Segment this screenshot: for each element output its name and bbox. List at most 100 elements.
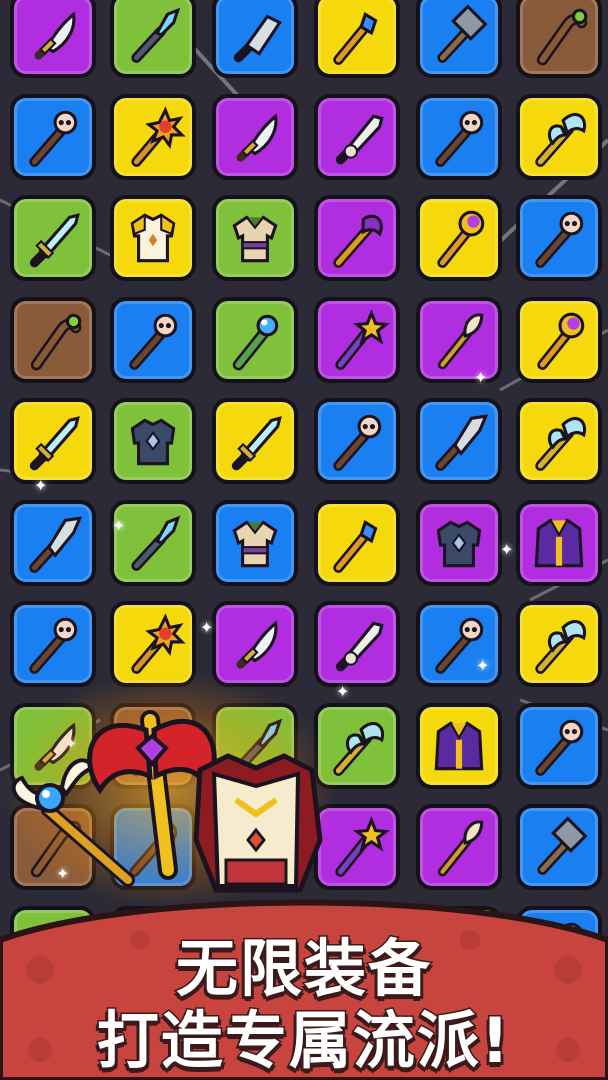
equipment-tile[interactable] [10,296,96,383]
equipment-tile[interactable] [516,93,602,180]
equipment-tile[interactable] [10,93,96,180]
equipment-tile[interactable] [416,804,502,890]
chest-armor-icon [130,418,176,466]
skull-staff-icon [333,414,382,471]
feather-wand-icon [437,820,484,877]
sparkle-icon: ✦ [112,516,126,535]
equipment-tile[interactable] [10,0,96,78]
tunic-icon [232,519,278,567]
equipment-tile[interactable] [110,0,196,78]
equipment-tile[interactable] [10,195,96,281]
skull-staff-icon [435,110,484,167]
equipment-tile[interactable] [212,0,298,78]
battle-axe-icon [535,619,587,674]
equipment-tile[interactable] [416,195,502,281]
equipment-tile[interactable] [10,601,96,687]
spear-head-icon [29,515,83,573]
ice-sword-icon [29,213,80,268]
equipment-tile[interactable] [212,398,298,484]
skull-staff-icon [129,313,178,370]
ice-sword-icon [29,416,80,471]
equipment-tile[interactable] [416,296,502,383]
equipment-tile[interactable] [416,0,502,78]
chest-armor-icon [436,520,482,567]
equipment-tile[interactable] [212,499,298,586]
banner-title-line-2: 打造专属流派! [95,1003,512,1079]
skull-staff-icon [29,110,78,167]
curved-dagger-icon [236,112,278,162]
equipment-tile[interactable] [314,93,400,180]
wooden-staff-icon [30,313,82,370]
equipment-tile[interactable] [110,398,196,484]
sparkle-icon: ✦ [34,476,48,495]
equipment-tile[interactable] [314,296,400,383]
equipment-tile[interactable] [10,499,96,586]
skull-staff-icon [535,719,584,776]
equipment-tile[interactable] [516,195,602,281]
equipment-tile[interactable] [516,398,602,484]
royal-armor-icon [193,753,323,893]
red-great-axe-icon [87,710,217,880]
equipment-tile[interactable] [314,0,400,78]
tunic-icon [232,215,278,263]
sapphire-staff-icon [333,519,378,573]
crystal-wand-icon [131,515,181,571]
spear-head-icon [435,414,489,471]
equipment-tile[interactable] [516,296,602,383]
sparkle-icon: ✦ [200,618,214,637]
equipment-tile[interactable] [10,398,96,484]
equipment-tile[interactable] [516,702,602,789]
game-screen: ✦ ✦ ✦ ✦ ✦ ✦ ✦ ✦ ✦ [0,0,608,1080]
sapphire-staff-icon [333,12,378,65]
feather-wand-icon [437,312,484,369]
equipment-tile[interactable] [314,398,400,484]
curved-dagger-icon [236,620,278,669]
sparkle-icon: ✦ [474,368,488,387]
equipment-tile[interactable] [212,296,298,383]
equipment-tile[interactable] [110,296,196,383]
sparkle-icon: ✦ [476,656,490,675]
axe-staff-icon [333,214,383,268]
gold-armor-icon [130,213,176,263]
equipment-tile[interactable] [516,0,602,78]
moon-staff-icon [537,312,585,370]
featured-equipment [11,710,323,893]
equipment-tile[interactable] [416,499,502,586]
bone-sword-icon [335,114,384,164]
war-hammer-icon [437,4,488,63]
equipment-tile[interactable] [212,601,298,687]
sun-scepter-icon [131,613,186,674]
equipment-tile[interactable] [314,195,400,281]
equipment-tile[interactable] [314,601,400,687]
equipment-tile[interactable] [416,93,502,180]
robe-icon [534,517,584,567]
equipment-tile[interactable] [110,195,196,281]
skull-staff-icon [535,211,584,268]
moon-staff-icon [437,210,485,268]
robe-icon [434,720,484,770]
bone-sword-icon [335,621,384,672]
curved-dagger-icon [34,11,76,60]
sparkle-icon: ✦ [500,540,514,559]
crystal-wand-icon [131,7,181,63]
equipment-tile[interactable] [416,702,502,789]
equipment-tile[interactable] [516,804,602,890]
equipment-tile[interactable] [212,195,298,281]
star-wand-icon [335,308,390,370]
battle-axe-icon [535,416,587,471]
equipment-tile[interactable] [516,499,602,586]
orb-staff-icon [232,314,279,370]
skull-staff-icon [29,617,78,674]
equipment-tile[interactable] [110,93,196,180]
equipment-tile[interactable] [110,499,196,586]
equipment-tile[interactable] [516,601,602,687]
equipment-tile[interactable] [212,93,298,180]
equipment-tile[interactable] [314,499,400,586]
wooden-staff-icon [536,8,588,66]
ice-sword-icon [231,416,282,471]
battle-axe-icon [535,112,587,167]
war-hammer-icon [537,816,588,875]
sun-scepter-icon [131,105,186,167]
equipment-tile[interactable] [416,398,502,484]
cleaver-icon [233,14,283,63]
